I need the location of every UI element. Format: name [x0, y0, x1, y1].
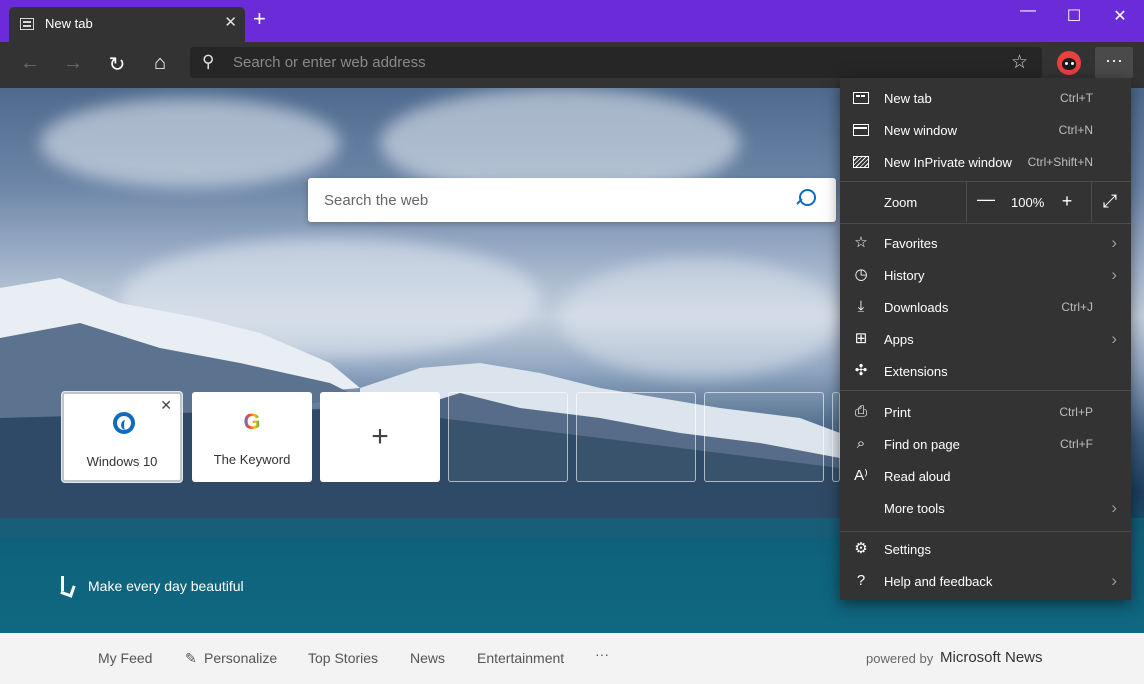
bing-logo-icon: [60, 576, 74, 596]
menu-item-find-on-page[interactable]: ⌕ Find on page Ctrl+F: [840, 428, 1131, 460]
refresh-button[interactable]: ↻: [105, 52, 129, 77]
new-tab-favicon-icon: [20, 18, 34, 30]
apps-icon: ⊞: [854, 330, 868, 347]
menu-item-downloads[interactable]: ⤓ Downloads Ctrl+J: [840, 291, 1131, 323]
menu-item-read-aloud[interactable]: A⁾ Read aloud: [840, 460, 1131, 492]
profile-avatar[interactable]: [1057, 51, 1081, 75]
news-bar: My Feed ✎ Personalize Top Stories News E…: [0, 633, 1144, 684]
home-button[interactable]: ⌂: [148, 52, 172, 75]
news-nav-news[interactable]: News: [410, 650, 445, 666]
web-search-input[interactable]: Search the web: [324, 192, 428, 209]
title-bar: New tab ✕ + — ☐ ✕: [0, 0, 1144, 42]
history-icon: ◷: [854, 266, 868, 283]
google-logo-icon: G: [243, 409, 261, 434]
microsoft-news-brand[interactable]: Microsoft News: [940, 649, 1043, 666]
extensions-icon: ✣: [854, 362, 868, 379]
news-nav-top-stories[interactable]: Top Stories: [308, 650, 378, 666]
tile-close-icon[interactable]: ✕: [160, 397, 172, 414]
favorite-star-icon[interactable]: ☆: [1011, 51, 1028, 74]
menu-item-favorites[interactable]: ☆ Favorites ›: [840, 227, 1131, 259]
zoom-level: 100%: [1011, 195, 1045, 210]
tab-close-icon[interactable]: ✕: [224, 13, 237, 31]
forward-button[interactable]: →: [61, 52, 85, 75]
minimize-button[interactable]: —: [1018, 2, 1038, 20]
download-icon: ⤓: [857, 298, 865, 315]
chevron-right-icon: ›: [1111, 265, 1117, 284]
empty-tile: [832, 392, 840, 482]
address-input[interactable]: Search or enter web address: [233, 54, 426, 71]
empty-tile: [704, 392, 824, 482]
search-icon: ⚲: [202, 52, 215, 71]
tile-label: Windows 10: [86, 454, 158, 469]
tile-label: The Keyword: [213, 452, 291, 467]
empty-tile: [576, 392, 696, 482]
inprivate-icon: [852, 153, 870, 171]
menu-item-settings[interactable]: ⚙ Settings: [840, 533, 1131, 565]
menu-item-more-tools[interactable]: More tools ›: [840, 492, 1131, 524]
avatar-face-icon: [1062, 58, 1076, 70]
chevron-right-icon: ›: [1111, 329, 1117, 348]
add-site-tile[interactable]: +: [320, 392, 440, 482]
read-aloud-icon: A⁾: [854, 467, 868, 484]
add-icon: +: [371, 420, 389, 453]
menu-item-extensions[interactable]: ✣ Extensions: [840, 355, 1131, 387]
new-window-icon: [852, 121, 870, 139]
menu-item-new-tab[interactable]: New tab Ctrl+T: [840, 82, 1131, 114]
new-tab-button[interactable]: +: [253, 8, 266, 30]
help-icon: ?: [856, 572, 866, 589]
news-nav-personalize[interactable]: Personalize: [204, 650, 277, 666]
maximize-button[interactable]: ☐: [1064, 6, 1084, 26]
print-icon: ⎙: [854, 403, 867, 420]
menu-item-history[interactable]: ◷ History ›: [840, 259, 1131, 291]
chevron-right-icon: ›: [1111, 498, 1117, 517]
zoom-label: Zoom: [884, 195, 918, 210]
gear-icon: ⚙: [854, 540, 868, 557]
zoom-in-button[interactable]: +: [1057, 191, 1077, 212]
close-window-button[interactable]: ✕: [1110, 6, 1130, 26]
settings-and-more-button[interactable]: ···: [1095, 47, 1133, 78]
chevron-right-icon: ›: [1111, 233, 1117, 252]
zoom-out-button[interactable]: —: [976, 189, 996, 210]
tab-new-tab[interactable]: New tab ✕: [9, 7, 245, 42]
pencil-icon: ✎: [185, 650, 197, 666]
news-nav-more[interactable]: ···: [595, 646, 609, 662]
settings-and-more-menu: New tab Ctrl+T New window Ctrl+N New InP…: [840, 78, 1131, 600]
news-nav-entertainment[interactable]: Entertainment: [477, 650, 564, 666]
menu-item-new-inprivate-window[interactable]: New InPrivate window Ctrl+Shift+N: [840, 146, 1131, 178]
back-button[interactable]: ←: [18, 52, 42, 75]
menu-item-help-and-feedback[interactable]: ? Help and feedback ›: [840, 565, 1131, 597]
menu-item-apps[interactable]: ⊞ Apps ›: [840, 323, 1131, 355]
fullscreen-button[interactable]: ⤢: [1100, 191, 1120, 212]
menu-item-new-window[interactable]: New window Ctrl+N: [840, 114, 1131, 146]
tab-title: New tab: [45, 16, 93, 31]
search-submit-icon[interactable]: [794, 187, 816, 211]
empty-tile: [448, 392, 568, 482]
address-bar[interactable]: ⚲ Search or enter web address ☆: [190, 47, 1042, 78]
top-site-tile-the-keyword[interactable]: G The Keyword: [192, 392, 312, 482]
find-icon: ⌕: [856, 435, 866, 452]
new-tab-icon: [852, 89, 870, 107]
chevron-right-icon: ›: [1111, 571, 1117, 590]
windows-10-logo-icon: [113, 412, 135, 434]
bing-tagline[interactable]: Make every day beautiful: [88, 578, 244, 594]
powered-by-text: powered by: [866, 651, 934, 666]
web-search-box[interactable]: Search the web: [308, 178, 836, 222]
star-icon: ☆: [854, 234, 868, 251]
news-nav-my-feed[interactable]: My Feed: [98, 650, 152, 666]
menu-item-print[interactable]: ⎙ Print Ctrl+P: [840, 396, 1131, 428]
top-site-tile-windows-10[interactable]: ✕ Windows 10: [62, 392, 182, 482]
